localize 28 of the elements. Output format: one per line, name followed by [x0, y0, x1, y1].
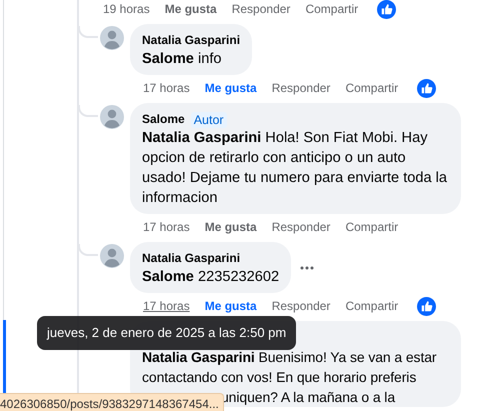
- avatar-icon[interactable]: [100, 105, 124, 129]
- reply-link[interactable]: Responder: [232, 0, 290, 18]
- share-link[interactable]: Compartir: [345, 297, 398, 315]
- author-name[interactable]: Natalia Gasparini: [142, 250, 240, 267]
- timestamp-link[interactable]: 17 horas: [143, 79, 190, 97]
- like-link[interactable]: Me gusta: [164, 0, 217, 18]
- avatar-icon[interactable]: [100, 244, 124, 268]
- timestamp-link[interactable]: 17 horas: [143, 297, 190, 315]
- author-badge: Autor: [190, 112, 227, 128]
- comment-text: Salome info: [142, 50, 223, 69]
- author-name[interactable]: Salome: [142, 111, 185, 128]
- reply-link[interactable]: Responder: [272, 218, 330, 236]
- like-link[interactable]: Me gusta: [204, 297, 257, 315]
- timestamp-link[interactable]: 19 horas: [103, 0, 150, 18]
- like-link[interactable]: Me gusta: [204, 79, 257, 97]
- reply-link[interactable]: Responder: [272, 297, 330, 315]
- share-link[interactable]: Compartir: [345, 218, 398, 236]
- share-link[interactable]: Compartir: [305, 0, 358, 18]
- timestamp-link[interactable]: 17 horas: [143, 218, 190, 236]
- share-link[interactable]: Compartir: [345, 79, 398, 97]
- comment-text: Natalia Gasparini Hola! Son Fiat Mobi. Hay opcion de retirarlo con anticipo o un auto usado! Dejame tu numero para enviarte toda la informacion: [142, 129, 448, 208]
- like-link[interactable]: Me gusta: [204, 218, 257, 236]
- status-bar-url: 4026306850/posts/9383297148367454...: [0, 393, 224, 411]
- timestamp-tooltip: jueves, 2 de enero de 2025 a las 2:50 pm: [37, 316, 296, 350]
- author-name[interactable]: Natalia Gasparini: [142, 32, 240, 49]
- reply-link[interactable]: Responder: [272, 79, 330, 97]
- avatar-icon[interactable]: [100, 26, 124, 50]
- comment-text: Salome 2235232602: [142, 268, 280, 287]
